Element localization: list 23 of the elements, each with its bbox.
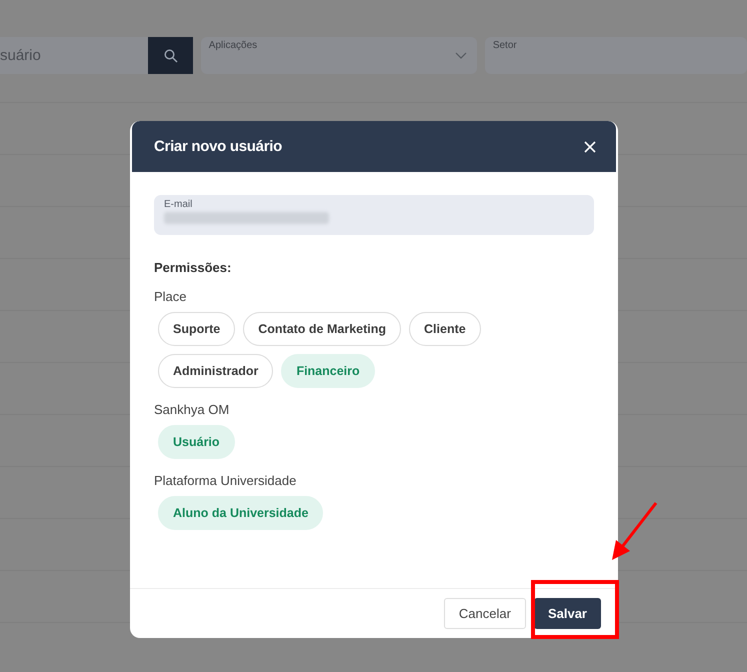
- role-chip[interactable]: Cliente: [409, 312, 481, 346]
- cancel-button[interactable]: Cancelar: [444, 598, 526, 629]
- email-field[interactable]: E-mail: [154, 195, 594, 235]
- role-chip[interactable]: Administrador: [158, 354, 274, 388]
- role-chip[interactable]: Suporte: [158, 312, 236, 346]
- search-icon: [164, 48, 178, 62]
- dialog-title: Criar novo usuário: [154, 138, 282, 155]
- field-label: E-mail: [164, 199, 194, 210]
- section-label: Permissões:: [154, 260, 232, 275]
- close-button[interactable]: [584, 140, 596, 152]
- role-chip[interactable]: Aluno da Universidade: [158, 496, 324, 530]
- group-label: Sankhya OM: [154, 402, 230, 417]
- chevron-down-icon: [454, 52, 467, 59]
- save-button[interactable]: Salvar: [534, 598, 601, 629]
- role-chip[interactable]: Usuário: [158, 425, 235, 459]
- group-label: Place: [154, 289, 188, 304]
- search-button[interactable]: [148, 37, 193, 74]
- input-field[interactable]: Setor: [484, 37, 747, 74]
- role-chip[interactable]: Contato de Marketing: [243, 312, 402, 346]
- role-chip[interactable]: Financeiro: [281, 354, 375, 388]
- group-label: Plataforma Universidade: [154, 473, 298, 488]
- dropdown-field[interactable]: Aplicações: [200, 37, 477, 74]
- close-icon: [584, 140, 596, 152]
